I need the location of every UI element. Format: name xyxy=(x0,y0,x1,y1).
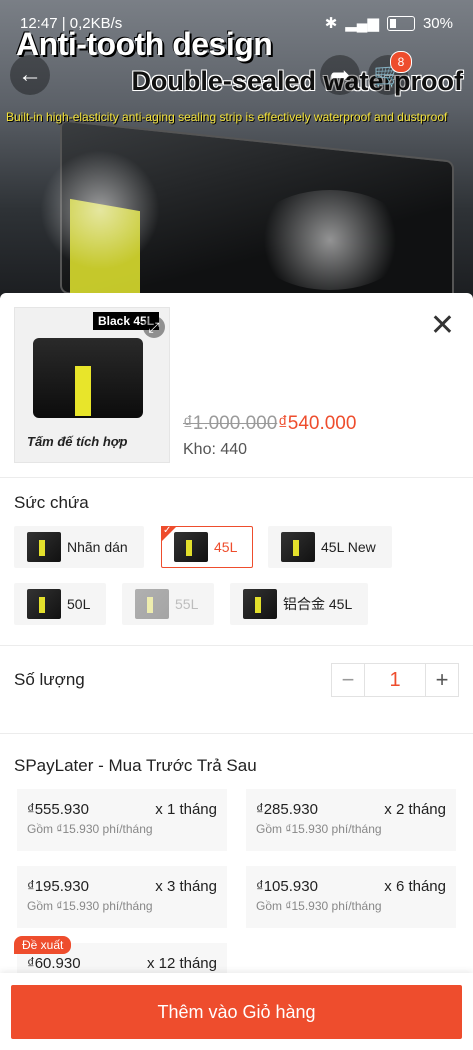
option-label: 铝合金 45L xyxy=(283,596,353,612)
plan-fee: Gồm ₫15.930 phí/tháng xyxy=(27,899,153,913)
plan-term: x 3 tháng xyxy=(155,878,217,895)
divider xyxy=(0,477,473,478)
option-thumbnail xyxy=(243,589,277,619)
thumbnail-caption: Tấm đế tích hợp xyxy=(27,434,128,449)
option-thumbnail xyxy=(27,532,61,562)
plan-amount: ₫195.930 xyxy=(27,878,89,895)
sale-price: ₫540.000 xyxy=(278,413,357,434)
divider xyxy=(0,733,473,734)
quantity-value[interactable]: 1 xyxy=(364,664,426,696)
installment-plan-1[interactable]: ₫555.930 x 1 tháng Gồm ₫15.930 phí/tháng xyxy=(17,789,227,851)
close-button[interactable]: ✕ xyxy=(430,311,455,341)
option-label: 45L xyxy=(214,539,238,555)
plan-term: x 6 tháng xyxy=(384,878,446,895)
plan-term: x 1 tháng xyxy=(155,801,217,818)
plan-amount: ₫105.930 xyxy=(256,878,318,895)
option-aluminum-45l[interactable]: 铝合金 45L xyxy=(230,583,368,625)
option-label: 55L xyxy=(175,596,199,612)
banner-subheadline: Double-sealed waterproof xyxy=(131,66,463,96)
share-icon: ➦ xyxy=(329,61,351,89)
plan-term: x 2 tháng xyxy=(384,801,446,818)
banner-caption: Built-in high-elasticity anti-aging seal… xyxy=(6,110,448,124)
cart-count-badge: 8 xyxy=(390,51,412,73)
option-45l[interactable]: ✓ 45L xyxy=(161,525,253,568)
close-icon: ✕ xyxy=(429,309,455,342)
plan-amount: ₫60.930 xyxy=(27,955,81,972)
stock-count: Kho: 440 xyxy=(183,441,248,458)
recommended-badge: Đề xuất xyxy=(14,936,72,954)
thumbnail-stripe xyxy=(75,366,91,416)
spaylater-title: SPayLater - Mua Trước Trả Sau xyxy=(14,756,257,775)
option-thumbnail xyxy=(135,589,169,619)
plan-term: x 12 tháng xyxy=(146,955,217,972)
installment-plan-3[interactable]: ₫195.930 x 3 tháng Gồm ₫15.930 phí/tháng xyxy=(17,866,227,928)
check-icon: ✓ xyxy=(163,525,172,536)
plan-fee: Gồm ₫15.930 phí/tháng xyxy=(27,822,153,836)
option-nhan-dan[interactable]: Nhãn dán xyxy=(14,526,144,568)
signal-icon: ▂▄▆ xyxy=(345,15,379,32)
option-label: 50L xyxy=(67,596,91,612)
battery-icon xyxy=(386,15,415,31)
water-splash xyxy=(250,190,410,290)
plan-amount: ₫555.930 xyxy=(27,801,89,818)
share-button[interactable]: ➦ xyxy=(320,55,360,95)
option-50l[interactable]: 50L xyxy=(14,583,106,625)
expand-icon[interactable]: ⤢ xyxy=(143,316,165,338)
option-thumbnail xyxy=(27,589,61,619)
option-thumbnail xyxy=(281,532,315,562)
option-thumbnail xyxy=(174,532,208,562)
increment-button[interactable]: + xyxy=(426,664,458,696)
plan-fee: Gồm ₫15.930 phí/tháng xyxy=(256,822,382,836)
banner-headline: Anti-tooth design xyxy=(16,26,273,62)
quantity-stepper: − 1 + xyxy=(331,663,459,697)
plan-amount: ₫285.930 xyxy=(256,801,318,818)
back-button[interactable]: ← xyxy=(10,55,50,95)
option-label: 45L New xyxy=(321,539,376,555)
product-thumbnail[interactable]: Black 45L Tấm đế tích hợp ⤢ xyxy=(14,307,170,463)
divider xyxy=(0,645,473,646)
battery-level: 30% xyxy=(422,14,453,32)
option-45l-new[interactable]: 45L New xyxy=(268,526,392,568)
plan-fee: Gồm ₫15.930 phí/tháng xyxy=(256,899,382,913)
bottom-action-bar: Thêm vào Giỏ hàng xyxy=(0,973,473,1050)
option-label: Nhãn dán xyxy=(67,539,128,555)
bluetooth-icon: ✱ xyxy=(324,15,338,32)
installment-plan-6[interactable]: ₫105.930 x 6 tháng Gồm ₫15.930 phí/tháng xyxy=(246,866,456,928)
original-price: ₫1.000.000 xyxy=(183,413,278,434)
arrow-left-icon: ← xyxy=(18,61,42,88)
decrement-button[interactable]: − xyxy=(332,664,364,696)
cart-button[interactable]: 🛒 8 xyxy=(368,51,412,95)
water-splash xyxy=(40,150,160,270)
variant-bottom-sheet: Black 45L Tấm đế tích hợp ⤢ ✕ ₫1.000.000… xyxy=(0,293,473,1050)
option-55l: 55L xyxy=(122,583,214,625)
add-to-cart-button[interactable]: Thêm vào Giỏ hàng xyxy=(11,985,462,1039)
product-banner-image: 12:47 | 0,2KB/s ✱ ▂▄▆ 30% Anti-tooth des… xyxy=(0,0,473,300)
capacity-title: Sức chứa xyxy=(14,493,89,512)
quantity-title: Số lượng xyxy=(14,670,85,689)
installment-plan-2[interactable]: ₫285.930 x 2 tháng Gồm ₫15.930 phí/tháng xyxy=(246,789,456,851)
